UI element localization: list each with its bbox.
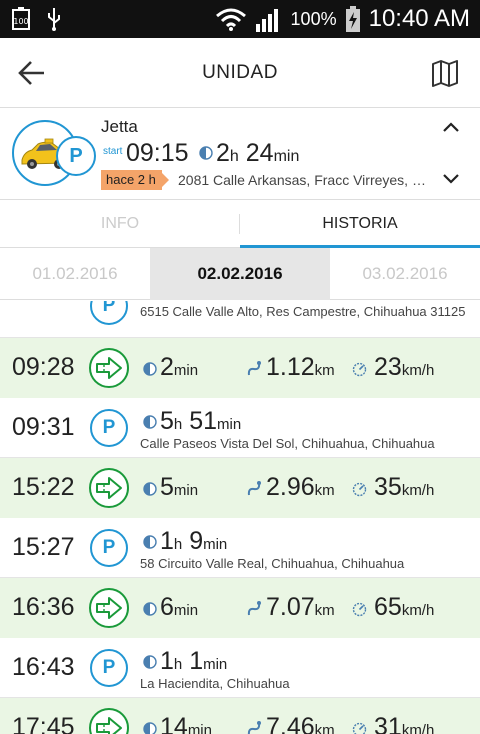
- app-bar: UNIDAD: [0, 38, 480, 108]
- duration-icon: [143, 482, 157, 496]
- stop-address: Calle Paseos Vista Del Sol, Chihuahua, C…: [140, 436, 435, 451]
- map-icon[interactable]: [430, 58, 460, 88]
- duration-icon: [143, 722, 157, 734]
- date-selector: 01.02.2016 02.02.2016 03.02.2016: [0, 248, 480, 300]
- history-move-row[interactable]: 17:45 14min 7.46km 31km/h: [0, 698, 480, 734]
- history-stop-row[interactable]: P 6515 Calle Valle Alto, Res Campestre, …: [0, 301, 480, 338]
- stop-address: 58 Circuito Valle Real, Chihuahua, Chihu…: [140, 556, 405, 571]
- history-stop-row[interactable]: 09:31 P 5h 51min Calle Paseos Vista Del …: [0, 398, 480, 458]
- unit-card[interactable]: P Jetta start 09:15 2h 24min hace 2 h 20…: [0, 108, 480, 200]
- duration-icon: [143, 415, 157, 429]
- status-bar: 100 100% 10:40 AM: [0, 0, 480, 38]
- battery-notification-icon: 100: [12, 7, 30, 30]
- move-duration: 5min: [160, 473, 199, 501]
- parking-node: P: [90, 409, 128, 447]
- row-time: 17:45: [12, 713, 75, 734]
- parking-node: P: [90, 301, 128, 325]
- speedometer-icon: [352, 482, 367, 497]
- speedometer-icon: [352, 602, 367, 617]
- distance-icon: [247, 361, 261, 376]
- start-time: 09:15: [126, 139, 189, 167]
- distance-icon: [247, 601, 261, 616]
- row-time: 16:43: [12, 653, 75, 681]
- date-next[interactable]: 03.02.2016: [330, 248, 480, 300]
- tab-historia[interactable]: HISTORIA: [240, 200, 480, 249]
- move-duration: 14min: [160, 713, 212, 734]
- row-time: 09:31: [12, 413, 75, 441]
- page-title: UNIDAD: [202, 62, 278, 83]
- move-duration: 2min: [160, 353, 199, 381]
- duration-icon: [143, 655, 157, 669]
- move-arrow-icon: [96, 357, 122, 379]
- move-arrow-icon: [96, 717, 122, 734]
- stop-address: La Haciendita, Chihuahua: [140, 676, 290, 691]
- stop-duration: 1h 1min: [160, 647, 228, 675]
- tab-info[interactable]: INFO: [0, 200, 240, 248]
- move-distance: 7.46km: [266, 713, 335, 734]
- row-time: 15:22: [12, 473, 75, 501]
- date-prev[interactable]: 01.02.2016: [0, 248, 150, 300]
- move-duration: 6min: [160, 593, 199, 621]
- move-node: [89, 708, 129, 734]
- history-stop-row[interactable]: 16:43 P 1h 1min La Haciendita, Chihuahua: [0, 638, 480, 698]
- move-speed: 35km/h: [374, 473, 435, 501]
- chevron-up-icon[interactable]: [442, 120, 460, 134]
- duration-icon: [143, 362, 157, 376]
- duration-icon: [143, 602, 157, 616]
- tab-bar: INFO HISTORIA: [0, 200, 480, 249]
- move-distance: 7.07km: [266, 593, 335, 621]
- distance-icon: [247, 481, 261, 496]
- speedometer-icon: [352, 722, 367, 734]
- speedometer-icon: [352, 362, 367, 377]
- parking-node: P: [90, 529, 128, 567]
- move-node: [89, 468, 129, 508]
- stop-duration: 1h 9min: [160, 527, 228, 555]
- unit-address: 2081 Calle Arkansas, Fracc Virreyes, Chi…: [178, 172, 428, 188]
- wifi-icon: [215, 8, 246, 31]
- move-speed: 65km/h: [374, 593, 435, 621]
- stop-duration: 5h 51min: [160, 407, 242, 435]
- history-move-row[interactable]: 16:36 6min 7.07km 65km/h: [0, 578, 480, 638]
- parked-badge: P: [56, 136, 96, 176]
- history-stop-row[interactable]: 15:27 P 1h 9min 58 Circuito Valle Real, …: [0, 518, 480, 578]
- time-ago-badge: hace 2 h: [101, 170, 169, 190]
- move-distance: 1.12km: [266, 353, 335, 381]
- move-node: [89, 588, 129, 628]
- start-label: start: [103, 146, 123, 157]
- duration-icon: [143, 535, 157, 549]
- chevron-down-icon[interactable]: [442, 172, 460, 186]
- svg-text:100: 100: [13, 17, 28, 26]
- date-current[interactable]: 02.02.2016: [150, 248, 330, 300]
- battery-charging-icon: [345, 6, 360, 32]
- usb-icon: [48, 8, 60, 31]
- battery-percent: 100%: [290, 8, 337, 29]
- clock: 10:40 AM: [368, 5, 470, 32]
- move-distance: 2.96km: [266, 473, 335, 501]
- move-speed: 31km/h: [374, 713, 435, 734]
- row-time: 16:36: [12, 593, 75, 621]
- parking-duration: 2h 24min: [216, 139, 300, 167]
- history-move-row[interactable]: 09:28 2min 1.12km 23km/h: [0, 338, 480, 398]
- stop-address: 6515 Calle Valle Alto, Res Campestre, Ch…: [140, 304, 466, 319]
- move-node: [89, 348, 129, 388]
- duration-icon: [199, 146, 213, 160]
- move-arrow-icon: [96, 597, 122, 619]
- row-time: 15:27: [12, 533, 75, 561]
- history-list[interactable]: P 6515 Calle Valle Alto, Res Campestre, …: [0, 301, 480, 734]
- signal-icon: [255, 9, 278, 32]
- move-arrow-icon: [96, 477, 122, 499]
- row-time: 09:28: [12, 353, 75, 381]
- distance-icon: [247, 721, 261, 734]
- unit-name: Jetta: [101, 117, 138, 136]
- history-move-row[interactable]: 15:22 5min 2.96km 35km/h: [0, 458, 480, 518]
- parking-node: P: [90, 649, 128, 687]
- move-speed: 23km/h: [374, 353, 435, 381]
